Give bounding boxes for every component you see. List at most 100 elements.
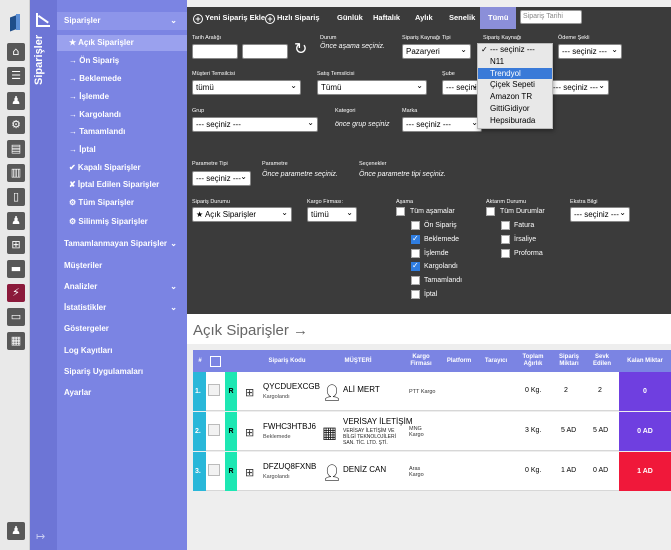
extra-info-select[interactable]: --- seçiniz ---	[570, 207, 630, 222]
stage-shipped-checkbox[interactable]	[411, 261, 420, 271]
transfer-proforma-checkbox[interactable]	[501, 249, 510, 258]
table-row[interactable]: 1. R ⊞ QYCDUEXCGB Kargolandı 👤︎ ALİ MERT…	[193, 372, 671, 411]
refresh-icon[interactable]: ↻	[294, 39, 307, 58]
tab-all[interactable]: Tümü	[480, 7, 517, 29]
menu-order-apps[interactable]: Sipariş Uygulamaları	[57, 363, 187, 381]
barcode-icon[interactable]: ⊞	[245, 466, 254, 479]
table-row[interactable]: 3. R ⊞ DFZUQ8FXNB Kargolandı 👤︎ DENİZ CA…	[193, 452, 671, 491]
dropdown-option[interactable]: ✓ --- seçiniz ---	[478, 44, 552, 56]
calculator-icon[interactable]: ▦	[7, 332, 25, 350]
menu-sub-all-orders[interactable]: ⚙ Tüm Siparişler	[57, 195, 187, 211]
menu-sub-pending[interactable]: → Beklemede	[57, 71, 187, 87]
menu-sub-open-orders[interactable]: ★ Açık Siparişler	[57, 35, 187, 51]
chevron-down-icon: ⌄	[170, 239, 177, 248]
menu-sub-shipped[interactable]: → Kargolandı	[57, 107, 187, 123]
home-icon[interactable]: ⌂	[7, 43, 25, 61]
stage-pre-order-checkbox[interactable]	[411, 221, 420, 230]
tab-yearly[interactable]: Senelik	[449, 7, 475, 29]
stage-completed-checkbox[interactable]	[411, 276, 420, 285]
tab-daily[interactable]: Günlük	[337, 7, 363, 29]
menu-analyses[interactable]: Analizler ⌄	[57, 278, 187, 296]
sales-rep-select[interactable]: Tümü	[317, 80, 427, 95]
quick-order-button[interactable]: + Hızlı Sipariş	[265, 7, 320, 29]
list-icon[interactable]: ☰	[7, 67, 25, 85]
param-type-select[interactable]: --- seçiniz ---	[192, 171, 251, 186]
extra-select[interactable]: --- seçiniz ---	[549, 80, 609, 95]
customer-name[interactable]: VERİSAY İLETİŞİM	[343, 417, 413, 426]
cargo-firm-select[interactable]: tümü	[307, 207, 357, 222]
row-checkbox[interactable]	[208, 464, 220, 476]
row-checkbox[interactable]	[208, 424, 220, 436]
dropdown-option[interactable]: Trendyol	[478, 67, 552, 80]
monitor-icon[interactable]: ▭	[7, 308, 25, 326]
profile-icon[interactable]: ♟	[7, 522, 25, 540]
customer-name[interactable]: DENİZ CAN	[343, 465, 386, 474]
table-row[interactable]: 2. R ⊞ FWHC3HTBJ6 Beklemede ▦ VERİSAY İL…	[193, 412, 671, 451]
date-end-input[interactable]	[242, 44, 288, 59]
order-date-select[interactable]: Sipariş Tarihi	[520, 10, 582, 24]
transfer-invoice-checkbox[interactable]	[501, 221, 510, 230]
cart-icon[interactable]: ⊞	[7, 236, 25, 254]
users-icon[interactable]: ♟	[7, 212, 25, 230]
source-dropdown[interactable]: ✓ --- seçiniz --- N11 Trendyol Çiçek Sep…	[477, 43, 553, 129]
menu-sub-pre-order[interactable]: → Ön Sipariş	[57, 53, 187, 69]
tab-weekly[interactable]: Haftalık	[373, 7, 400, 29]
file-icon[interactable]: ▯	[7, 188, 25, 206]
menu-orders-header[interactable]: Siparişler ⌄	[57, 12, 187, 30]
order-status: Kargolandı	[263, 394, 290, 400]
menu-settings[interactable]: Ayarlar	[57, 384, 187, 402]
menu-customers[interactable]: Müşteriler	[57, 257, 187, 275]
user-plus-icon[interactable]: ♟	[7, 92, 25, 110]
stage-cancelled-checkbox[interactable]	[411, 290, 420, 299]
logout-icon[interactable]: ↦	[36, 530, 45, 543]
new-order-button[interactable]: + Yeni Sipariş Ekle	[193, 7, 265, 29]
menu-logs[interactable]: Log Kayıtları	[57, 342, 187, 360]
branch-label: Şube	[442, 71, 455, 77]
transfer-waybill-checkbox[interactable]	[501, 235, 510, 244]
payment-select[interactable]: --- seçiniz ---	[558, 44, 622, 59]
menu-incomplete-orders[interactable]: Tamamlanmayan Siparişler ⌄	[57, 235, 187, 253]
menu-sub-cancelled-orders[interactable]: ✘ İptal Edilen Siparişler	[57, 177, 187, 193]
row-checkbox[interactable]	[208, 384, 220, 396]
menu-sub-completed[interactable]: → Tamamlandı	[57, 124, 187, 140]
row-number: 3.	[193, 452, 206, 491]
barcode-icon[interactable]: ⊞	[245, 386, 254, 399]
dropdown-option[interactable]: Çiçek Sepeti	[478, 79, 552, 91]
order-code[interactable]: QYCDUEXCGB	[263, 382, 320, 391]
stage-processing-checkbox[interactable]	[411, 249, 420, 258]
menu-sub-cancelled[interactable]: → İptal	[57, 142, 187, 158]
menu-statistics[interactable]: İstatistikler ⌄	[57, 299, 187, 317]
date-start-input[interactable]	[192, 44, 238, 59]
menu-indicators[interactable]: Göstergeler	[57, 320, 187, 338]
money-icon[interactable]: ▬	[7, 260, 25, 278]
barcode-icon[interactable]: ⊞	[245, 426, 254, 439]
tab-monthly[interactable]: Aylık	[415, 7, 433, 29]
plug-icon[interactable]: ⚡	[7, 284, 25, 302]
plus-circle-icon: +	[265, 14, 275, 24]
stage-pending-checkbox[interactable]	[411, 234, 420, 244]
check-icon: ✓	[481, 45, 490, 54]
dropdown-option[interactable]: N11	[478, 56, 552, 68]
dropdown-option[interactable]: GittiGidiyor	[478, 103, 552, 115]
stage-all-checkbox[interactable]	[396, 207, 405, 216]
branch-select[interactable]: --- seçiniz ---	[442, 80, 482, 95]
customer-name[interactable]: ALİ MERT	[343, 385, 380, 394]
factory-icon[interactable]: ▥	[7, 164, 25, 182]
order-code[interactable]: DFZUQ8FXNB	[263, 462, 316, 471]
dropdown-option[interactable]: Amazon TR	[478, 91, 552, 103]
group-select[interactable]: --- seçiniz ---	[192, 117, 318, 132]
select-all-checkbox[interactable]	[208, 350, 222, 372]
brand-select[interactable]: --- seçiniz ---	[402, 117, 482, 132]
order-status-select[interactable]: ★ Açık Siparişler	[192, 207, 292, 222]
icon-rail: ⌂ ☰ ♟ ⚙ ▤ ▥ ▯ ♟ ⊞ ▬ ⚡ ▭ ▦ ♟	[0, 0, 30, 550]
menu-sub-closed-orders[interactable]: ✔ Kapalı Siparişler	[57, 160, 187, 176]
order-code[interactable]: FWHC3HTBJ6	[263, 422, 316, 431]
rep-select[interactable]: tümü	[192, 80, 301, 95]
dropdown-option[interactable]: Hepsiburada	[478, 115, 552, 127]
menu-sub-processing[interactable]: → İşlemde	[57, 89, 187, 105]
gear-icon[interactable]: ⚙	[7, 116, 25, 134]
transfer-all-checkbox[interactable]	[486, 207, 495, 216]
menu-sub-deleted-orders[interactable]: ⚙ Silinmiş Siparişler	[57, 214, 187, 230]
document-icon[interactable]: ▤	[7, 140, 25, 158]
source-type-select[interactable]: Pazaryeri	[402, 44, 471, 59]
